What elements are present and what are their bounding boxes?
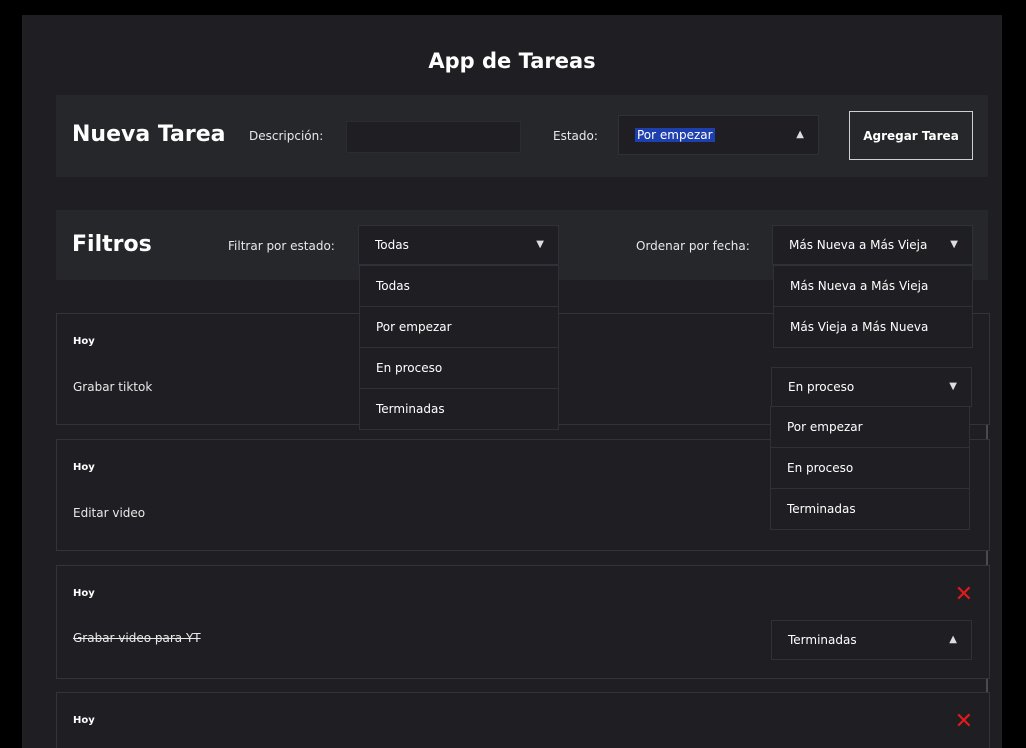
task-date: Hoy (73, 715, 95, 726)
task-status-value: Terminadas (788, 633, 857, 647)
task-status-dropdown: Por empezar En proceso Terminadas (770, 406, 970, 530)
page-title: App de Tareas (428, 49, 596, 73)
sort-dropdown: Más Nueva a Más Vieja Más Vieja a Más Nu… (773, 265, 973, 348)
chevron-down-icon: ▼ (950, 239, 958, 250)
task-date: Hoy (73, 336, 95, 347)
dropdown-option[interactable]: Por empezar (360, 307, 558, 348)
chevron-down-icon: ▼ (536, 239, 544, 250)
chevron-down-icon: ▼ (949, 381, 957, 392)
dropdown-option[interactable]: Por empezar (771, 407, 969, 448)
status-label: Estado: (553, 129, 598, 143)
sort-label: Ordenar por fecha: (636, 239, 750, 253)
description-label: Descripción: (249, 129, 324, 143)
status-filter-label: Filtrar por estado: (228, 239, 335, 253)
description-input[interactable] (346, 121, 521, 153)
dropdown-option[interactable]: Terminadas (771, 489, 969, 529)
dropdown-option[interactable]: Terminadas (360, 389, 558, 429)
sort-value: Más Nueva a Más Vieja (789, 238, 928, 252)
sort-select[interactable]: Más Nueva a Más Vieja ▼ (772, 225, 973, 265)
task-date: Hoy (73, 462, 95, 473)
new-task-heading: Nueva Tarea (72, 122, 226, 147)
dropdown-option[interactable]: Más Vieja a Más Nueva (774, 307, 972, 347)
task-date: Hoy (73, 588, 95, 599)
new-task-panel: Nueva Tarea Descripción: Estado: Por emp… (56, 95, 988, 177)
close-icon[interactable]: ✕ (955, 584, 973, 606)
task-card: Hoy Grabar video para YT ✕ Terminadas ▲ (56, 565, 990, 679)
dropdown-option[interactable]: Más Nueva a Más Vieja (774, 266, 972, 307)
task-description: Editar video (73, 506, 146, 520)
chevron-up-icon: ▲ (796, 129, 804, 140)
task-status-select[interactable]: Terminadas ▲ (771, 620, 972, 660)
task-status-value: En proceso (788, 380, 855, 394)
task-status-select[interactable]: En proceso ▼ (771, 367, 972, 407)
task-card: Hoy ✕ (56, 692, 990, 748)
app-window: App de Tareas Nueva Tarea Descripción: E… (22, 15, 1002, 748)
chevron-up-icon: ▲ (949, 634, 957, 645)
filters-heading: Filtros (72, 232, 152, 257)
add-task-button[interactable]: Agregar Tarea (849, 111, 973, 160)
status-select[interactable]: Por empezar ▲ (618, 115, 819, 155)
dropdown-option[interactable]: Todas (360, 266, 558, 307)
close-icon[interactable]: ✕ (955, 711, 973, 733)
task-description: Grabar tiktok (73, 380, 153, 394)
status-select-value: Por empezar (635, 128, 715, 142)
status-filter-select[interactable]: Todas ▼ (358, 225, 559, 265)
status-filter-value: Todas (375, 238, 409, 252)
dropdown-option[interactable]: En proceso (771, 448, 969, 489)
task-description: Grabar video para YT (73, 631, 201, 645)
dropdown-option[interactable]: En proceso (360, 348, 558, 389)
status-filter-dropdown: Todas Por empezar En proceso Terminadas (359, 265, 559, 430)
